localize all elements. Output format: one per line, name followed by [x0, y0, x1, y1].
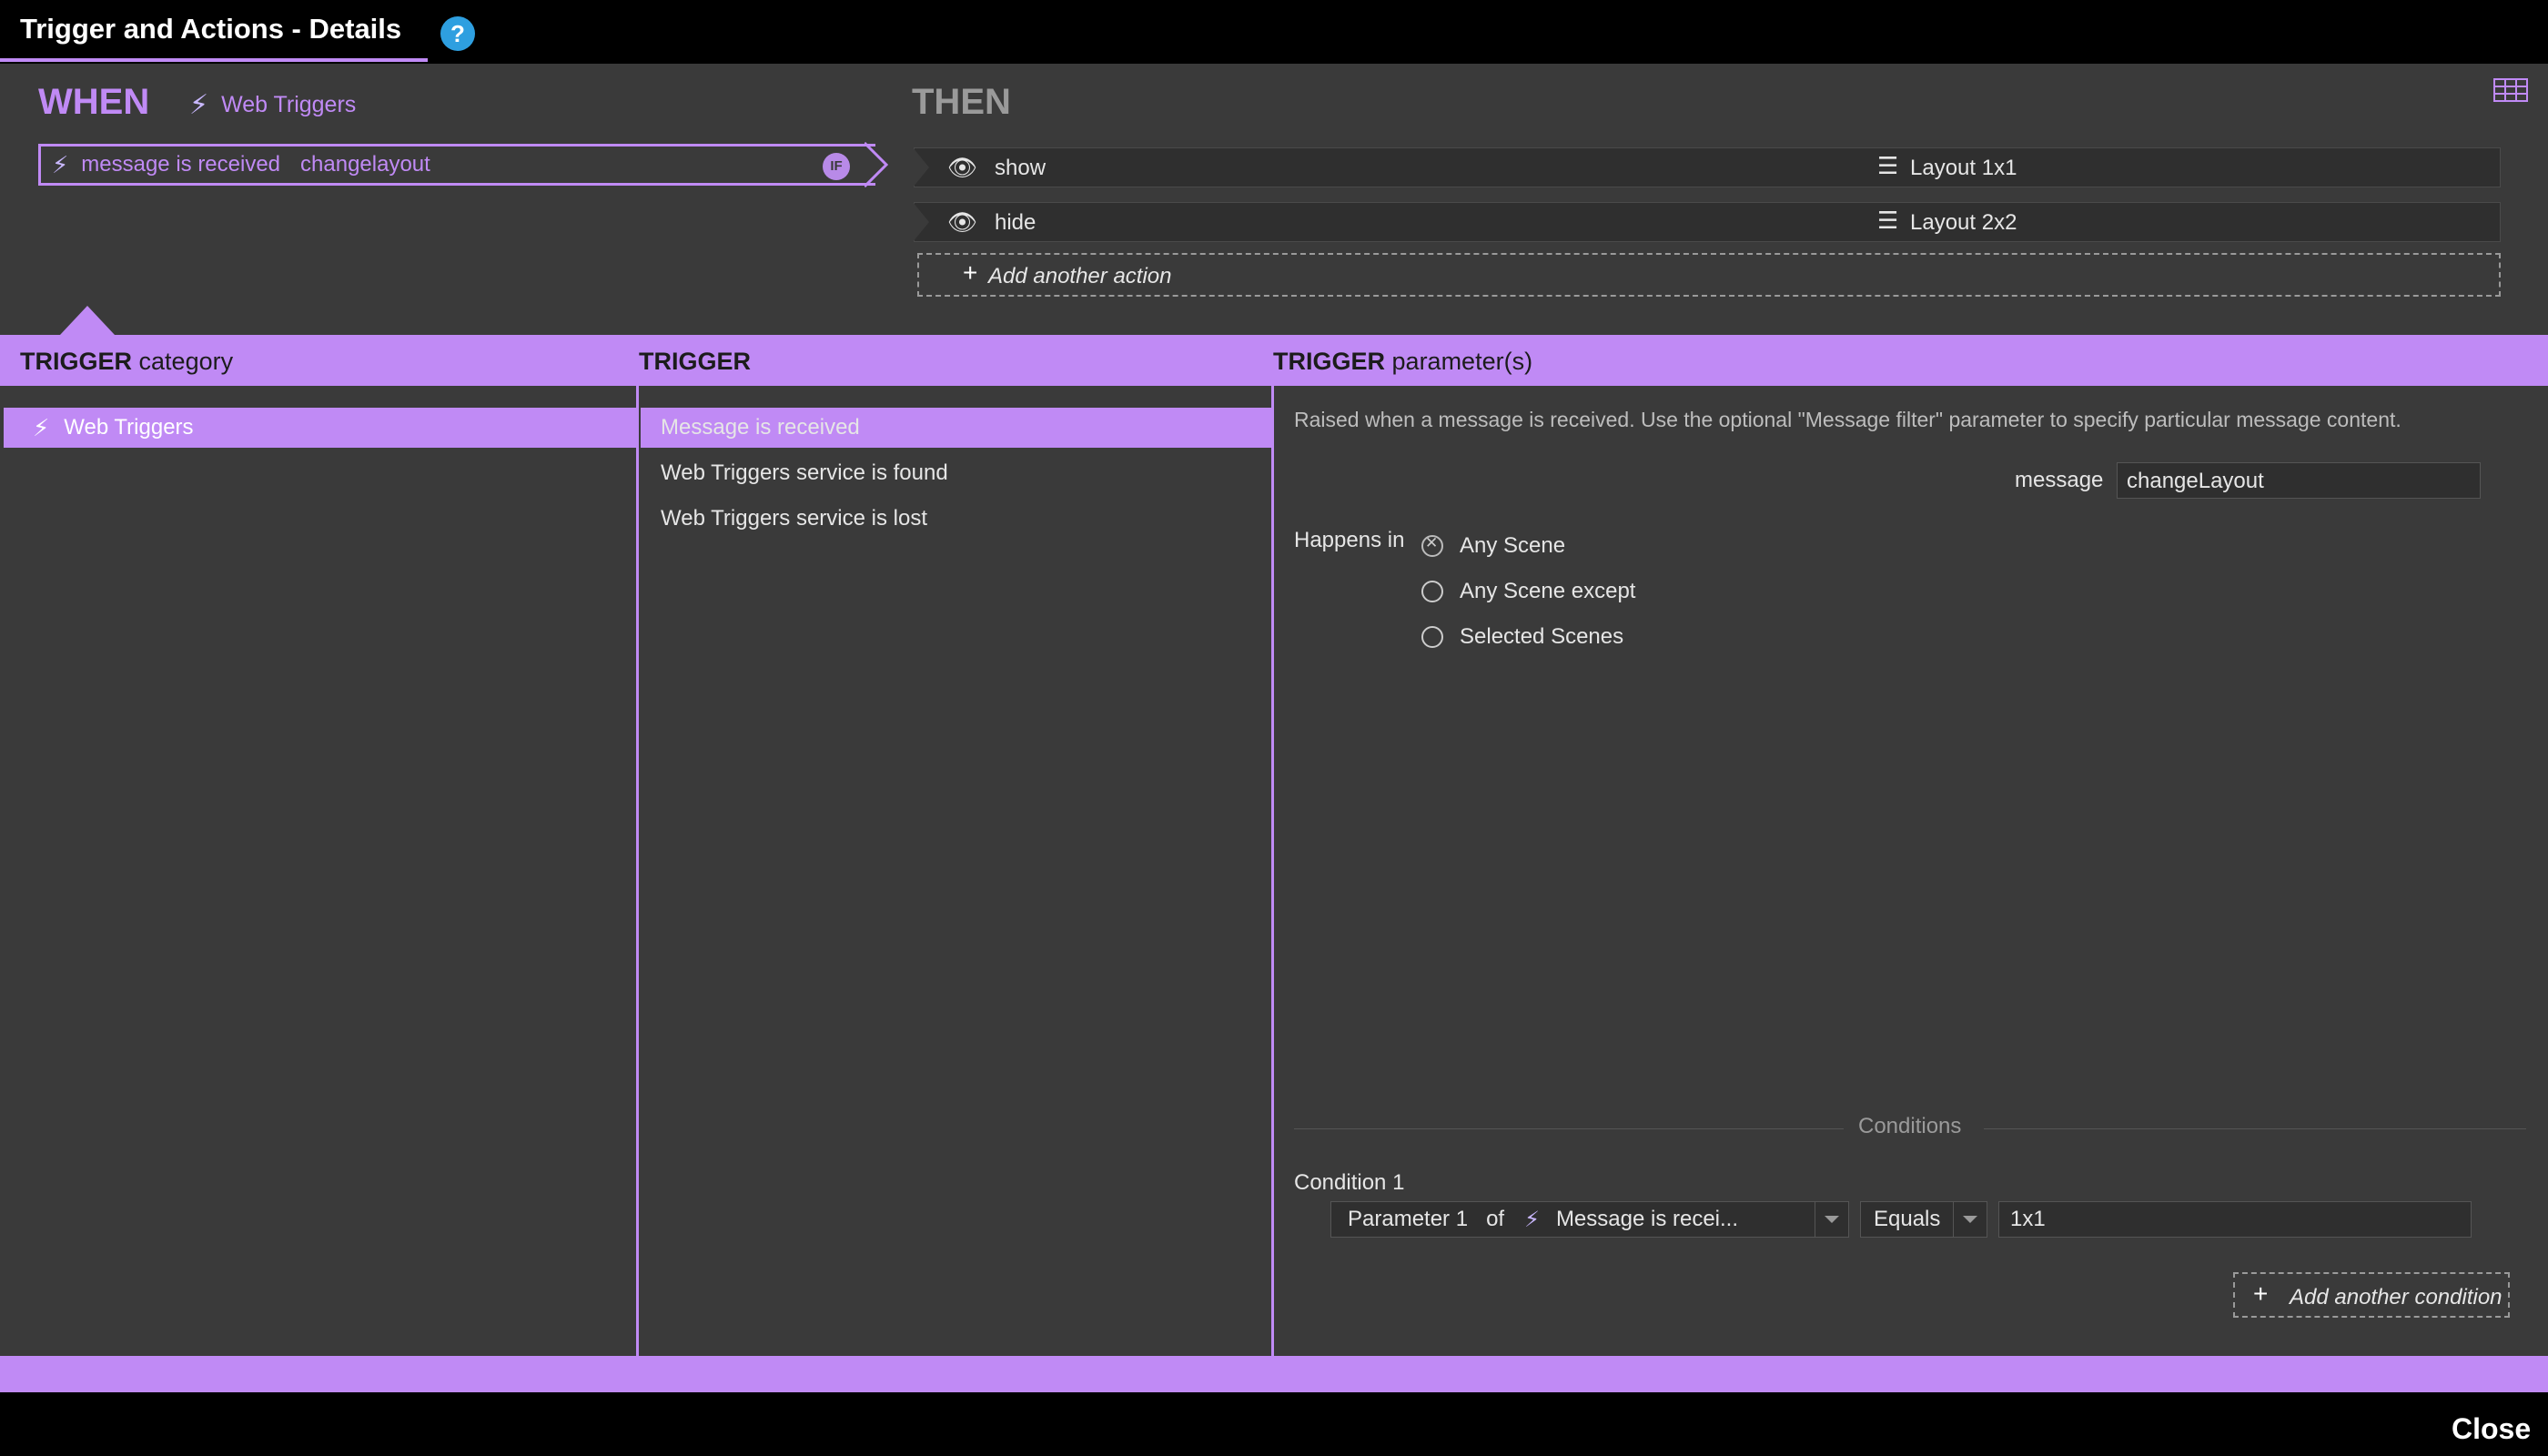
params-header: TRIGGER parameter(s) — [1273, 348, 1533, 375]
conditions-divider — [1984, 1128, 2526, 1129]
add-condition-label: Add another condition — [2290, 1285, 2502, 1309]
eye-icon: 👁 — [947, 154, 978, 181]
radio-label: Any Scene except — [1460, 579, 1636, 603]
plus-icon: + — [963, 258, 978, 287]
trigger-description: Raised when a message is received. Use t… — [1294, 408, 2401, 431]
radio-any-scene[interactable] — [1421, 534, 1443, 557]
trigger-arrow-icon — [864, 142, 888, 187]
window-title: Trigger and Actions - Details — [20, 13, 402, 45]
action-target: Layout 2x2 — [1910, 210, 2017, 235]
when-category[interactable]: ⚡ Web Triggers — [189, 89, 356, 121]
condition-value: 1x1 — [2010, 1207, 2046, 1231]
action-row[interactable]: 👁 hide ☰ Layout 2x2 — [913, 202, 2501, 242]
category-header: TRIGGER category — [20, 348, 234, 375]
add-condition-button[interactable]: + Add another condition — [2233, 1272, 2510, 1318]
action-target: Layout 1x1 — [1910, 156, 2017, 180]
trigger-param: changelayout — [300, 152, 430, 177]
close-button[interactable]: Close — [2452, 1412, 2531, 1446]
eye-icon: 👁 — [947, 208, 978, 236]
radio-label: Any Scene — [1460, 533, 1566, 558]
trigger-item-message-received[interactable]: Message is received — [641, 408, 1272, 448]
web-triggers-icon: ⚡ — [33, 413, 50, 441]
message-label: message — [2015, 468, 2104, 492]
web-triggers-icon: ⚡ — [52, 150, 69, 178]
column-divider — [636, 386, 639, 1356]
web-triggers-icon: ⚡ — [1524, 1207, 1540, 1232]
trigger-item-service-lost[interactable]: Web Triggers service is lost — [641, 499, 1272, 539]
condition-param: Parameter 1 — [1348, 1207, 1469, 1231]
condition-parameter-select[interactable]: Parameter 1 of ⚡ Message is recei... — [1330, 1201, 1849, 1238]
footer-bar — [0, 1392, 2548, 1456]
action-notch — [913, 202, 929, 242]
conditions-title: Conditions — [1858, 1114, 1962, 1138]
conditions-divider — [1294, 1128, 1844, 1129]
condition-of: of — [1486, 1207, 1505, 1231]
radio-selected-scenes[interactable] — [1421, 626, 1443, 648]
trigger-actions-dialog: Trigger and Actions - Details ? WHEN ⚡ W… — [0, 0, 2548, 1456]
chevron-down-icon[interactable] — [1815, 1201, 1849, 1238]
message-input[interactable]: changeLayout — [2117, 462, 2481, 499]
condition-source: Message is recei... — [1555, 1207, 1739, 1231]
trigger-text: message is received — [81, 152, 281, 177]
selected-trigger[interactable]: ⚡ message is received changelayout — [38, 144, 875, 186]
radio-label: Selected Scenes — [1460, 624, 1624, 649]
layer-icon: ☰ — [1877, 152, 1899, 179]
plus-icon: + — [2253, 1279, 2269, 1308]
when-category-label: Web Triggers — [221, 92, 357, 117]
trigger-item-service-found[interactable]: Web Triggers service is found — [641, 453, 1272, 493]
table-view-icon[interactable] — [2493, 78, 2528, 102]
action-row[interactable]: 👁 show ☰ Layout 1x1 — [913, 147, 2501, 187]
then-label: THEN — [912, 82, 1011, 122]
radio-any-scene-except[interactable] — [1421, 581, 1443, 602]
title-underline — [0, 58, 428, 62]
condition-value-input[interactable]: 1x1 — [1998, 1201, 2472, 1238]
chevron-down-icon[interactable] — [1953, 1201, 1987, 1238]
category-label: Web Triggers — [64, 415, 194, 440]
footer-band — [0, 1356, 2548, 1392]
web-triggers-icon: ⚡ — [189, 90, 209, 120]
condition-label: Condition 1 — [1294, 1170, 1405, 1195]
if-badge[interactable]: IF — [823, 153, 850, 180]
condition-operator: Equals — [1874, 1207, 1941, 1231]
add-action-button[interactable]: + Add another action — [917, 253, 2501, 297]
add-action-label: Add another action — [988, 264, 1172, 288]
action-notch — [913, 147, 929, 187]
happens-in-label: Happens in — [1294, 528, 1405, 552]
section-pointer — [60, 306, 115, 335]
layer-icon: ☰ — [1877, 207, 1899, 234]
trigger-header: TRIGGER — [639, 348, 752, 375]
action-verb: hide — [995, 210, 1036, 235]
category-item-web-triggers[interactable]: ⚡ Web Triggers — [4, 408, 637, 448]
action-verb: show — [995, 156, 1046, 180]
when-label: WHEN — [38, 82, 150, 122]
help-icon[interactable]: ? — [440, 16, 475, 51]
